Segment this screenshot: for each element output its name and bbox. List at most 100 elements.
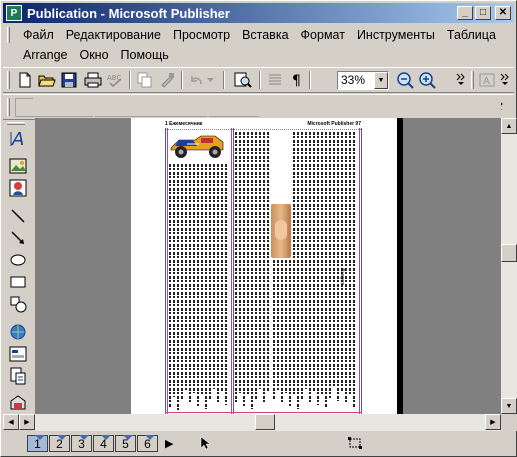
- vertical-scrollbar[interactable]: ▲ ▼: [501, 118, 517, 414]
- menu-table[interactable]: Таблица: [441, 25, 502, 45]
- text-line: [255, 132, 257, 399]
- scroll-up-icon[interactable]: ▲: [501, 118, 517, 134]
- scroll-right-small-icon[interactable]: ▶: [19, 414, 35, 430]
- form-control-icon[interactable]: [7, 343, 29, 365]
- text-line: [221, 164, 223, 392]
- portrait-picture[interactable]: [271, 204, 291, 258]
- menu-insert[interactable]: Вставка: [236, 25, 294, 45]
- publisher-icon[interactable]: P: [6, 5, 22, 21]
- columns-icon[interactable]: [265, 70, 285, 90]
- text-line: [177, 164, 179, 410]
- menu-window[interactable]: Окно: [73, 45, 114, 65]
- vertical-scroll-thumb[interactable]: [501, 244, 517, 262]
- toolbar-options-icon[interactable]: [455, 69, 467, 89]
- text-line: [251, 132, 253, 409]
- zoom-in-icon[interactable]: [417, 70, 437, 90]
- publisher-window: P Publication - Microsoft Publisher _ □ …: [0, 0, 517, 457]
- standard-toolbar: ABC ¶ 33% ▼ A: [3, 67, 514, 93]
- autoshapes-icon[interactable]: [7, 293, 29, 315]
- menu-bar: Файл Редактирование Просмотр Вставка Фор…: [3, 25, 514, 67]
- copy-icon[interactable]: [135, 70, 155, 90]
- page-tab-4[interactable]: 4: [93, 435, 114, 452]
- print-preview-icon[interactable]: [233, 70, 253, 90]
- menu-tools[interactable]: Инструменты: [351, 25, 441, 45]
- toolbar-options-icon[interactable]: [499, 69, 511, 89]
- hot-spot-icon[interactable]: [7, 321, 29, 343]
- publication-workspace[interactable]: 1 Ежемесячник Microsoft Publisher 97 Вып…: [35, 118, 501, 414]
- left-margin-guide: [165, 128, 166, 414]
- text-line: [267, 132, 269, 392]
- close-icon: ✕: [498, 7, 508, 18]
- menu-format[interactable]: Формат: [295, 25, 351, 45]
- page-tab-6[interactable]: 6: [137, 435, 158, 452]
- menu-grip[interactable]: [7, 27, 10, 43]
- toolbar-grip[interactable]: [471, 71, 474, 89]
- open-icon[interactable]: [37, 70, 57, 90]
- menu-file[interactable]: Файл: [17, 25, 60, 45]
- text-line: [341, 132, 343, 391]
- text-box-icon[interactable]: A: [477, 70, 497, 90]
- scroll-left-icon[interactable]: ◀: [3, 414, 19, 430]
- clip-art-icon[interactable]: [7, 177, 29, 199]
- left-column-guide: [167, 128, 168, 414]
- minimize-icon: _: [462, 7, 468, 18]
- print-icon[interactable]: [83, 70, 103, 90]
- scroll-down-icon[interactable]: ▼: [501, 398, 517, 414]
- text-line: [189, 164, 191, 403]
- horizontal-scroll-thumb[interactable]: [255, 414, 275, 430]
- column-guide: [231, 128, 232, 414]
- toolbar-grip[interactable]: [7, 71, 10, 89]
- svg-text:A: A: [483, 76, 490, 87]
- objects-toolbar: A: [3, 121, 31, 413]
- title-bar[interactable]: P Publication - Microsoft Publisher _ □ …: [3, 3, 514, 23]
- zoom-value: 33%: [341, 73, 366, 87]
- arrow-tool-icon[interactable]: [7, 227, 29, 249]
- header-left: 1 Ежемесячник: [165, 121, 203, 127]
- new-icon[interactable]: [15, 70, 35, 90]
- text-line: [277, 260, 279, 390]
- maximize-button[interactable]: □: [475, 6, 491, 20]
- side-caption: Выпуск: [339, 268, 345, 286]
- horizontal-ruler[interactable]: [33, 98, 501, 116]
- text-line: [185, 164, 187, 390]
- text-line: [301, 132, 303, 399]
- line-tool-icon[interactable]: [7, 205, 29, 227]
- publication-page[interactable]: 1 Ежемесячник Microsoft Publisher 97 Вып…: [131, 118, 397, 414]
- minimize-button[interactable]: _: [457, 6, 473, 20]
- page-tab-3[interactable]: 3: [71, 435, 92, 452]
- rectangle-tool-icon[interactable]: [7, 271, 29, 293]
- format-painter-icon[interactable]: [157, 70, 177, 90]
- text-line: [247, 132, 249, 396]
- undo-dropdown-icon[interactable]: [205, 70, 217, 90]
- menu-arrange[interactable]: Arrange: [17, 45, 73, 65]
- race-car-picture[interactable]: [167, 130, 229, 160]
- save-icon[interactable]: [59, 70, 79, 90]
- page-tab-1[interactable]: 1: [27, 435, 48, 452]
- scroll-right-icon[interactable]: ▶: [485, 414, 501, 430]
- zoom-out-icon[interactable]: [395, 70, 415, 90]
- next-page-icon[interactable]: ▶: [165, 437, 173, 450]
- toolbar-grip[interactable]: [7, 98, 10, 116]
- page-tab-2[interactable]: 2: [49, 435, 70, 452]
- zoom-select[interactable]: 33% ▼: [337, 71, 389, 90]
- menu-help[interactable]: Помощь: [115, 45, 175, 65]
- horizontal-scrollbar[interactable]: ◀ ▶ ▶: [3, 414, 501, 431]
- zoom-dropdown-icon[interactable]: ▼: [374, 72, 388, 89]
- design-gallery-icon[interactable]: [7, 391, 29, 413]
- page-tab-5[interactable]: 5: [115, 435, 136, 452]
- undo-icon[interactable]: [187, 70, 207, 90]
- close-button[interactable]: ✕: [495, 6, 511, 20]
- svg-text:¶: ¶: [292, 73, 301, 88]
- paragraph-mark-icon[interactable]: ¶: [287, 70, 307, 90]
- spelling-icon[interactable]: ABC: [105, 70, 125, 90]
- picture-frame-icon[interactable]: [7, 155, 29, 177]
- menu-edit[interactable]: Редактирование: [60, 25, 167, 45]
- menu-view[interactable]: Просмотр: [167, 25, 236, 45]
- text-line: [285, 260, 287, 393]
- html-code-icon[interactable]: [7, 365, 29, 387]
- pointer-tool-icon[interactable]: A: [7, 127, 29, 149]
- right-column-guide: [359, 128, 360, 414]
- oval-tool-icon[interactable]: [7, 249, 29, 271]
- toolbar-grip[interactable]: [7, 122, 25, 125]
- text-line: [259, 132, 261, 389]
